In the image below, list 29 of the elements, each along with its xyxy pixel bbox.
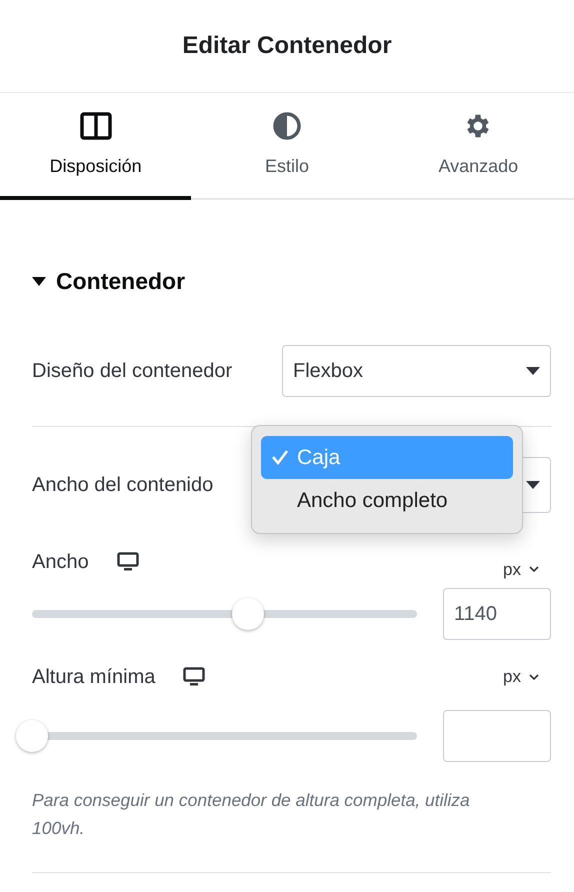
number-field[interactable] — [443, 710, 551, 762]
number-field[interactable]: 1140 — [443, 588, 551, 640]
unit-selector[interactable]: px — [503, 664, 539, 690]
tab[interactable]: Disposición — [0, 93, 192, 200]
caret-icon — [526, 480, 540, 488]
unit-selector[interactable]: px — [503, 556, 539, 582]
section-toggle[interactable]: Contenedor — [32, 200, 186, 344]
field-label: Altura mínima — [32, 665, 156, 690]
slider-track[interactable] — [16, 719, 417, 753]
tab[interactable]: Avanzado — [382, 93, 574, 200]
field-label: Ancho del contenido — [32, 472, 214, 498]
caret-icon — [526, 366, 540, 374]
dropdown-option[interactable]: Ancho completo — [261, 479, 513, 522]
caret-down-icon — [32, 276, 46, 286]
help-text: Para conseguir un contenedor de altura completa, utiliza 100vh. — [32, 789, 471, 840]
panel-title: Editar Contenedor — [182, 32, 392, 60]
slider-thumb[interactable] — [232, 598, 264, 630]
field-label: Diseño del contenedor — [32, 358, 232, 384]
columns-icon — [80, 111, 112, 141]
chevron-icon — [529, 566, 539, 573]
desktop-icon — [183, 667, 206, 687]
chevron-icon — [529, 674, 539, 680]
contrast-icon — [272, 111, 302, 141]
desktop-icon — [116, 552, 139, 572]
field-label: Ancho — [32, 550, 89, 576]
select-field[interactable]: Flexbox — [282, 344, 551, 396]
slider-thumb[interactable] — [16, 720, 48, 752]
tab[interactable]: Estilo — [191, 93, 383, 200]
check-icon — [271, 449, 289, 466]
